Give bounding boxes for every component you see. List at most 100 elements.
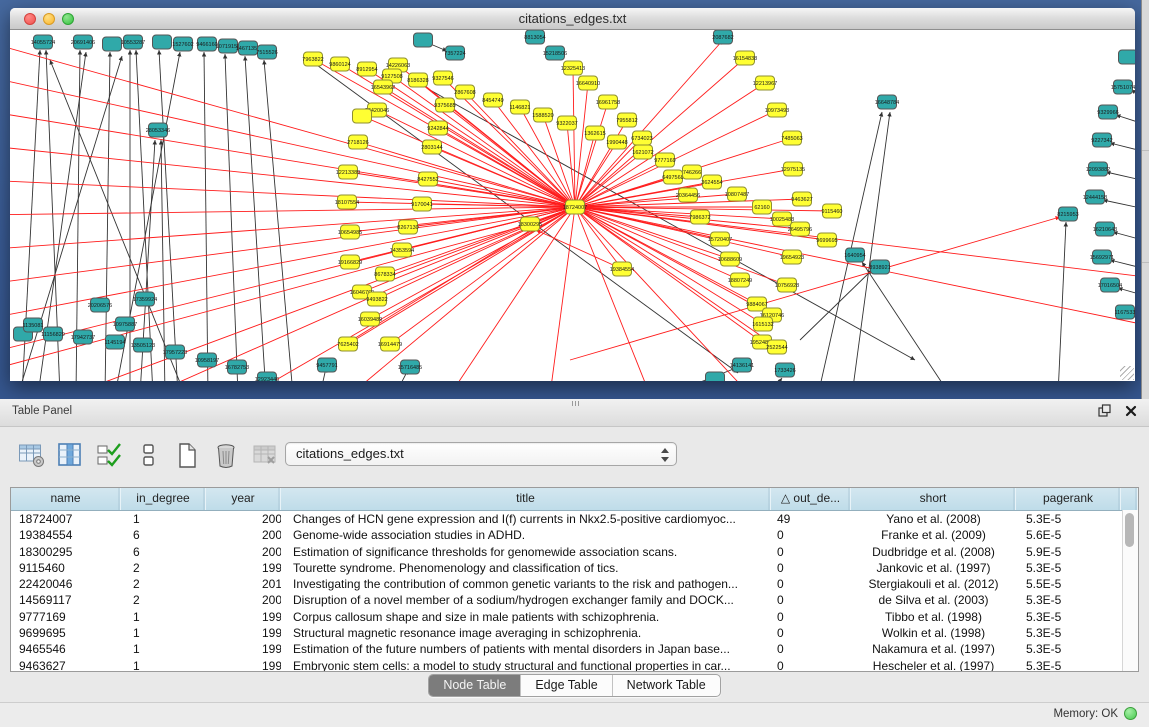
cell-title[interactable]: Investigating the contribution of common… (281, 576, 771, 592)
scrollbar-thumb[interactable] (1125, 513, 1134, 547)
cell-out-de-[interactable]: 0 (771, 592, 851, 608)
table-row[interactable]: 977716911998Corpus callosum shape and si… (11, 609, 1138, 625)
network-edge[interactable] (115, 52, 180, 381)
cell-in-degree[interactable]: 6 (121, 527, 206, 543)
cell-name[interactable]: 9777169 (11, 609, 121, 625)
cell-title[interactable]: Disruption of a novel member of a sodium… (281, 592, 771, 608)
network-table-selector[interactable]: citations_edges.txt (285, 442, 677, 466)
show-columns-icon[interactable] (55, 440, 85, 470)
cell-year[interactable]: 2008 (206, 511, 281, 527)
table-row[interactable]: 1830029562008Estimation of significance … (11, 544, 1138, 560)
network-edge[interactable] (1110, 260, 1135, 270)
network-edge[interactable] (575, 102, 608, 207)
network-edge[interactable] (575, 194, 737, 207)
cell-name[interactable]: 19384554 (11, 527, 121, 543)
network-canvas[interactable]: 1405572420691406105532871527602946616010… (10, 30, 1135, 381)
cell-title[interactable]: Changes of HCN gene expression and I(f) … (281, 511, 771, 527)
cell-name[interactable]: 14569117 (11, 592, 121, 608)
table-row[interactable]: 1456911722003Disruption of a novel membe… (11, 592, 1138, 608)
cell-out-de-[interactable]: 0 (771, 625, 851, 641)
cell-title[interactable]: Estimation of significance thresholds fo… (281, 544, 771, 560)
table-row[interactable]: 1872400712008Changes of HCN gene express… (11, 511, 1138, 527)
cell-out-de-[interactable]: 0 (771, 609, 851, 625)
table-row[interactable]: 946554611997Estimation of the future num… (11, 641, 1138, 657)
window-titlebar[interactable]: citations_edges.txt (10, 8, 1135, 30)
cell-name[interactable]: 18300295 (11, 544, 121, 560)
node-table[interactable]: namein_degreeyeartitle△ out_de...shortpa… (10, 487, 1139, 672)
network-edge[interactable] (1113, 232, 1135, 242)
cell-in-degree[interactable]: 2 (121, 592, 206, 608)
network-edge[interactable] (10, 207, 575, 215)
cell-year[interactable]: 1997 (206, 658, 281, 672)
cell-title[interactable]: Corpus callosum shape and size in male p… (281, 609, 771, 625)
column-header-pagerank[interactable]: pagerank (1016, 488, 1121, 510)
cell-pagerank[interactable]: 5.3E-5 (1016, 511, 1121, 527)
table-options-icon[interactable] (16, 440, 46, 470)
cell-name[interactable]: 9699695 (11, 625, 121, 641)
network-edge[interactable] (377, 110, 575, 207)
network-edge[interactable] (770, 378, 782, 381)
cell-pagerank[interactable]: 5.3E-5 (1016, 658, 1121, 672)
cell-pagerank[interactable]: 5.3E-5 (1016, 592, 1121, 608)
network-edge[interactable] (1103, 200, 1135, 210)
cell-short[interactable]: Jankovic et al. (1997) (851, 560, 1016, 576)
network-edge[interactable] (245, 56, 266, 381)
cell-in-degree[interactable]: 1 (121, 641, 206, 657)
cell-short[interactable]: Dudbridge et al. (2008) (851, 544, 1016, 560)
cell-pagerank[interactable]: 5.3E-5 (1016, 609, 1121, 625)
cell-out-de-[interactable]: 49 (771, 511, 851, 527)
cell-year[interactable]: 2003 (206, 592, 281, 608)
cell-name[interactable]: 9465546 (11, 641, 121, 657)
cell-short[interactable]: de Silva et al. (2003) (851, 592, 1016, 608)
cell-short[interactable]: Yano et al. (2008) (851, 511, 1016, 527)
cell-out-de-[interactable]: 0 (771, 576, 851, 592)
cell-short[interactable]: Franke et al. (2009) (851, 527, 1016, 543)
network-edge[interactable] (1110, 143, 1135, 153)
network-edge[interactable] (204, 52, 208, 381)
tab-edge-table[interactable]: Edge Table (520, 675, 611, 696)
cell-in-degree[interactable]: 1 (121, 511, 206, 527)
create-column-icon[interactable] (172, 440, 202, 470)
tab-network-table[interactable]: Network Table (612, 675, 720, 696)
cell-title[interactable]: Tourette syndrome. Phenomenology and cla… (281, 560, 771, 576)
cell-year[interactable]: 1997 (206, 641, 281, 657)
network-edge[interactable] (105, 52, 110, 381)
row-height-icon[interactable] (133, 440, 163, 470)
network-node-selected[interactable] (353, 109, 372, 123)
network-edge[interactable] (1106, 172, 1135, 182)
table-row[interactable]: 2242004622012Investigating the contribut… (11, 576, 1138, 592)
column-header-in-degree[interactable]: in_degree (121, 488, 206, 510)
cell-in-degree[interactable]: 1 (121, 625, 206, 641)
table-row[interactable]: 969969511998Structural magnetic resonanc… (11, 625, 1138, 641)
cell-name[interactable]: 9115460 (11, 560, 121, 576)
cell-year[interactable]: 2008 (206, 544, 281, 560)
cell-year[interactable]: 2009 (206, 527, 281, 543)
cell-out-de-[interactable]: 0 (771, 560, 851, 576)
column-header-out-de-[interactable]: △ out_de... (771, 488, 851, 510)
cell-in-degree[interactable]: 1 (121, 609, 206, 625)
network-edge[interactable] (10, 207, 575, 355)
network-edge[interactable] (225, 54, 238, 381)
cell-out-de-[interactable]: 0 (771, 527, 851, 543)
network-node[interactable] (414, 33, 433, 47)
column-header-short[interactable]: short (851, 488, 1016, 510)
cell-pagerank[interactable]: 5.3E-5 (1016, 560, 1121, 576)
column-header-year[interactable]: year (206, 488, 281, 510)
table-row[interactable]: 946362711997Embryonic stem cells: a mode… (11, 658, 1138, 672)
cell-year[interactable]: 1998 (206, 609, 281, 625)
cell-pagerank[interactable]: 5.6E-5 (1016, 527, 1121, 543)
network-edge[interactable] (264, 60, 293, 381)
cell-year[interactable]: 2012 (206, 576, 281, 592)
network-graph-svg[interactable]: 1405572420691406105532871527602946616010… (10, 30, 1135, 381)
network-node[interactable] (153, 35, 172, 49)
delete-column-icon[interactable] (211, 440, 241, 470)
window-resize-grip[interactable] (1120, 366, 1134, 380)
table-row[interactable]: 1938455462009Genome-wide association stu… (11, 527, 1138, 543)
cell-out-de-[interactable]: 0 (771, 641, 851, 657)
network-edge[interactable] (1116, 115, 1135, 126)
network-node[interactable] (1119, 50, 1136, 64)
cell-title[interactable]: Estimation of the future numbers of pati… (281, 641, 771, 657)
network-edge[interactable] (852, 112, 890, 381)
table-row[interactable]: 911546021997Tourette syndrome. Phenomeno… (11, 560, 1138, 576)
cell-short[interactable]: Tibbo et al. (1998) (851, 609, 1016, 625)
